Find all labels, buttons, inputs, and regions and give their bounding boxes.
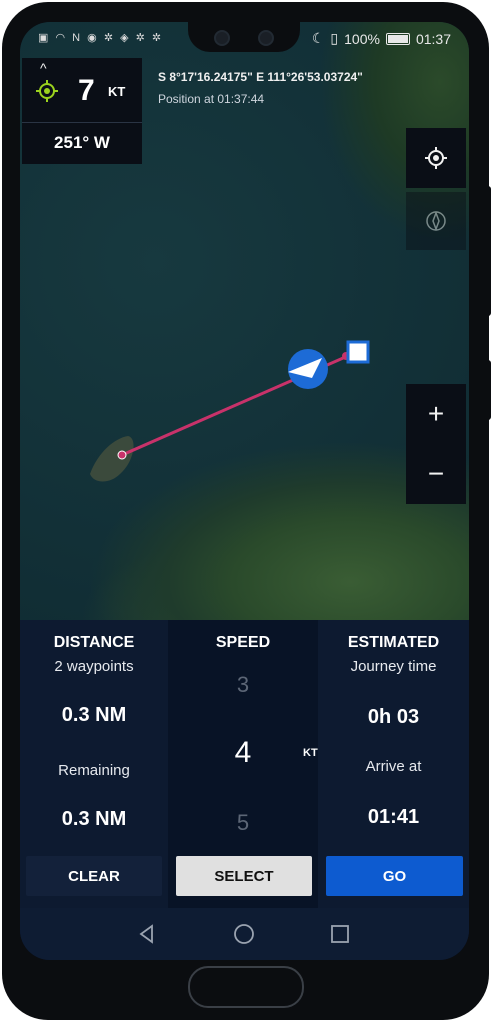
clock: 01:37 (415, 30, 451, 47)
speed-heading-box[interactable]: ^ 7 KT 251° W (22, 58, 142, 164)
crosshair-icon (425, 147, 447, 169)
side-button (485, 186, 491, 316)
battery-icon (385, 32, 410, 45)
home-circle-icon (234, 924, 254, 944)
journey-panel: DISTANCE 2 waypoints 0.3 NM Remaining 0.… (20, 620, 469, 960)
nfc-icon: N (72, 32, 83, 44)
heading-value: 251° W (54, 133, 110, 152)
back-triangle-icon (139, 924, 153, 944)
sim-icon: ▣ (38, 32, 51, 44)
settings-icon: ✲ (103, 32, 116, 44)
current-speed: 7 (78, 74, 95, 107)
speed-header: SPEED (215, 634, 271, 651)
speed-option-next[interactable]: 5 (168, 810, 318, 836)
distance-header: DISTANCE (53, 634, 135, 651)
gps-target-icon (36, 80, 58, 102)
arrive-label: Arrive at (365, 758, 422, 775)
chevron-up-icon: ^ (40, 60, 47, 76)
arrive-time-value: 01:41 (367, 806, 420, 828)
location-icon: ◉ (87, 32, 99, 44)
destination-waypoint-icon (346, 340, 370, 364)
moon-icon: ☾ (311, 30, 325, 46)
waypoints-count: 2 waypoints (54, 658, 134, 675)
physical-home-button[interactable] (188, 966, 304, 1008)
journey-time-value: 0h 03 (367, 706, 420, 728)
compass-rotate-icon (426, 210, 446, 232)
remaining-label: Remaining (58, 762, 130, 779)
settings-icon: ✲ (151, 32, 164, 44)
estimated-header: ESTIMATED (347, 634, 440, 651)
zoom-in-button[interactable]: + (406, 384, 466, 444)
position-timestamp: Position at 01:37:44 (158, 92, 265, 106)
recents-square-icon (331, 925, 349, 943)
journey-time-label: Journey time (350, 658, 437, 675)
speed-option-current[interactable]: 4 (168, 736, 318, 770)
wifi-icon: ◠ (55, 32, 68, 44)
remaining-value: 0.3 NM (61, 808, 127, 830)
speed-unit: KT (108, 84, 126, 99)
clear-button[interactable]: CLEAR (26, 856, 162, 896)
home-nav-button[interactable] (232, 922, 256, 946)
go-button[interactable]: GO (326, 856, 463, 896)
start-waypoint (117, 450, 127, 460)
speed-picker-unit: KT (303, 747, 318, 759)
vibrate-icon: ▯ (330, 30, 339, 46)
screen: ▣ ◠ N ◉ ✲ ◈ ✲ ✲ ☾ ▯ 100% 01:37 ^ 7 KT 25… (20, 22, 469, 960)
speed-option-prev[interactable]: 3 (168, 672, 318, 698)
status-bar: ▣ ◠ N ◉ ✲ ◈ ✲ ✲ ☾ ▯ 100% 01:37 (20, 22, 469, 56)
zoom-out-button[interactable]: − (406, 444, 466, 504)
settings-icon: ✲ (135, 32, 147, 44)
distance-value: 0.3 NM (61, 704, 127, 726)
back-button[interactable] (135, 922, 159, 946)
select-button[interactable]: SELECT (176, 856, 312, 896)
locate-button[interactable] (406, 128, 466, 188)
side-button (485, 360, 491, 420)
status-right: ☾ ▯ 100% 01:37 (312, 30, 451, 47)
recents-button[interactable] (328, 922, 352, 946)
divider (22, 122, 142, 123)
battery-percent: 100% (344, 30, 380, 47)
status-icons: ▣ ◠ N ◉ ✲ ◈ ✲ ✲ (38, 31, 163, 44)
island-shape (90, 436, 134, 482)
gps-icon: ◈ (120, 32, 131, 44)
rotate-map-button[interactable] (406, 192, 466, 250)
coordinates: S 8°17'16.24175" E 111°26'53.03724" (158, 70, 363, 84)
android-nav-bar (20, 908, 469, 960)
